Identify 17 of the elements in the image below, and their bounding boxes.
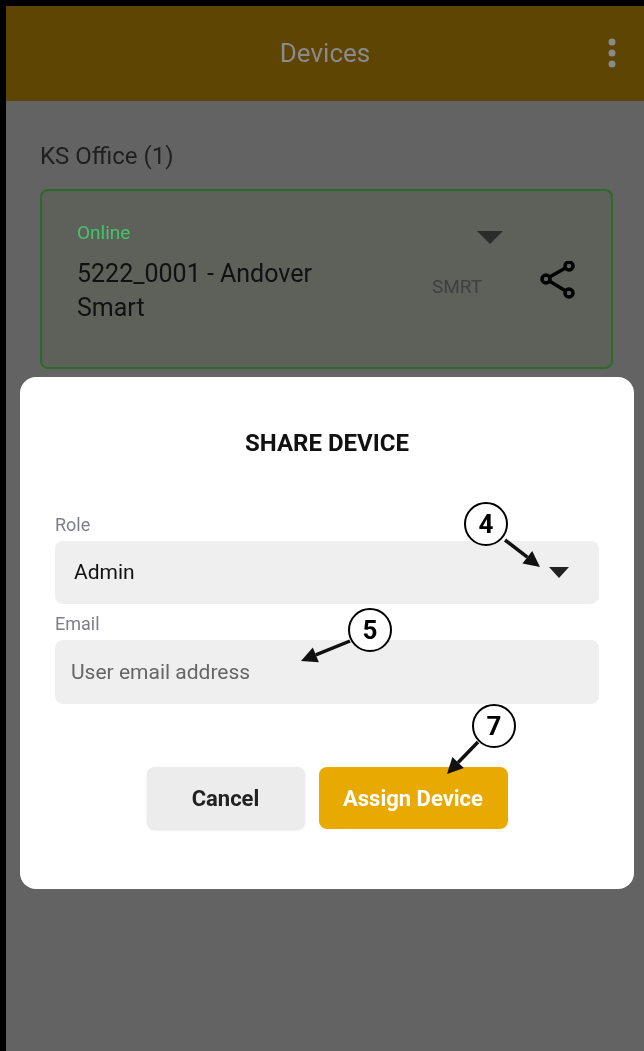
cancel-button[interactable]: Cancel [146, 767, 305, 829]
email-input[interactable]: User email address [55, 640, 599, 704]
dropdown-icon[interactable] [477, 231, 503, 244]
dialog-title: SHARE DEVICE [245, 428, 409, 459]
callout-arrow [447, 740, 480, 774]
status-text: Online [77, 221, 131, 245]
field-label: Email [55, 612, 100, 636]
callout-arrow [503, 538, 540, 567]
group-title: KS Office (1) [40, 141, 175, 171]
share-icon[interactable] [540, 261, 576, 299]
role-dropdown[interactable]: Admin [55, 541, 599, 604]
caret-icon [549, 567, 569, 578]
more-options-icon[interactable] [608, 38, 616, 68]
callout-arrow [301, 639, 351, 663]
device-name: 5222_0001 - Andover Smart [77, 258, 313, 324]
field-label: Role [55, 513, 91, 537]
app-title: Devices [279, 37, 371, 70]
